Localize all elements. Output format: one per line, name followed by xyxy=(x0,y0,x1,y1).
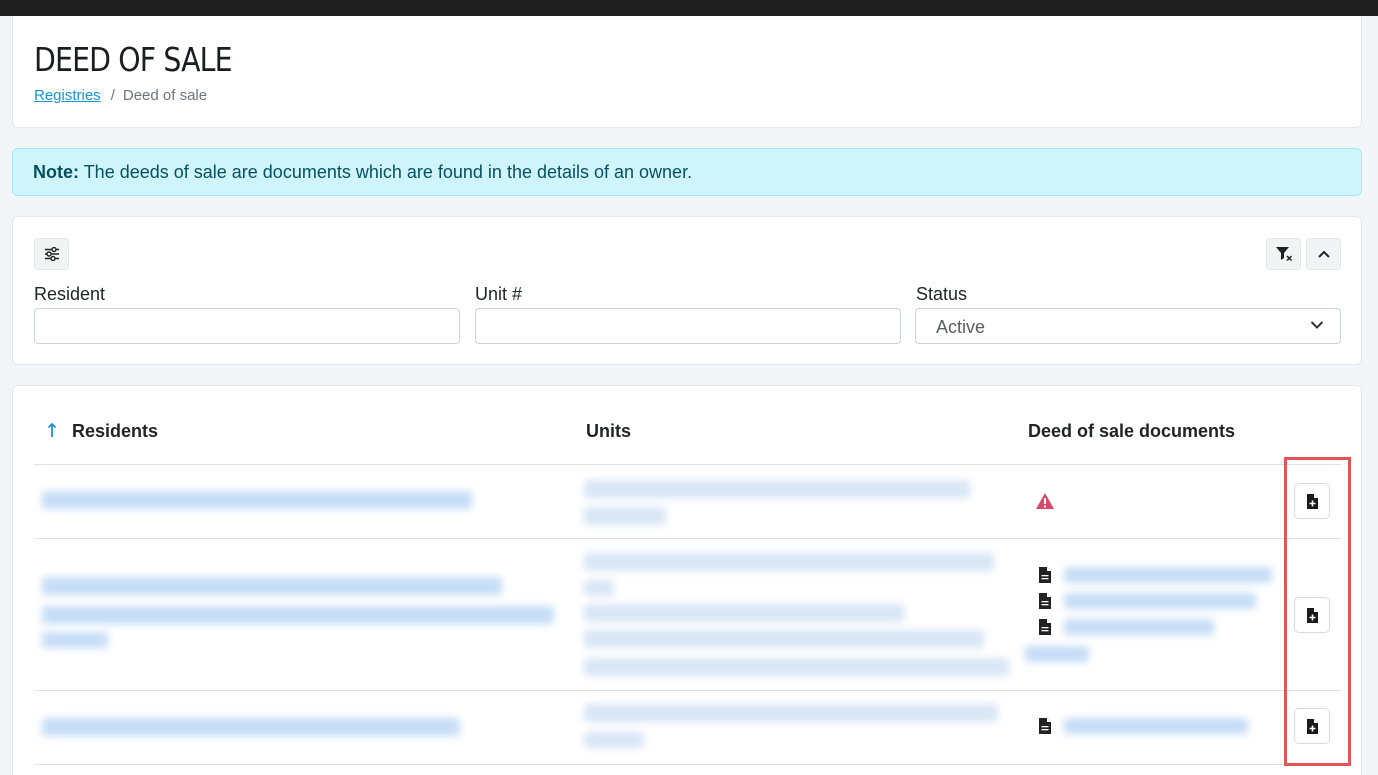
column-header-residents[interactable]: Residents xyxy=(72,421,158,442)
resident-name-redacted[interactable] xyxy=(42,718,460,736)
unit-info-redacted[interactable] xyxy=(584,704,998,722)
unit-info-redacted[interactable] xyxy=(584,580,614,596)
document-link-redacted[interactable] xyxy=(1025,646,1089,662)
row-divider xyxy=(34,764,1341,765)
unit-info-redacted[interactable] xyxy=(584,604,904,622)
breadcrumb: Registries / Deed of sale xyxy=(34,87,207,104)
unit-filter-label: Unit # xyxy=(475,284,523,304)
resident-name-redacted[interactable] xyxy=(42,606,554,624)
document-link-redacted[interactable] xyxy=(1064,718,1248,734)
row-divider xyxy=(34,464,1341,465)
resident-name-redacted[interactable] xyxy=(42,577,502,595)
filter-clear-icon xyxy=(1275,247,1292,262)
sliders-icon xyxy=(44,247,59,261)
unit-info-redacted[interactable] xyxy=(584,630,984,648)
unit-info-redacted[interactable] xyxy=(584,480,970,498)
document-icon xyxy=(1039,619,1051,635)
status-filter-label: Status xyxy=(916,284,968,304)
resident-filter-label: Resident xyxy=(34,284,106,304)
document-link-redacted[interactable] xyxy=(1064,593,1256,609)
breadcrumb-link-registries[interactable]: Registries xyxy=(34,87,101,104)
document-icon xyxy=(1039,567,1051,583)
document-icon xyxy=(1039,593,1051,609)
note-text: The deeds of sale are documents which ar… xyxy=(83,162,693,182)
resident-filter-input[interactable] xyxy=(34,308,460,344)
filter-panel: Resident Unit # Status Active xyxy=(12,216,1362,365)
column-header-units: Units xyxy=(586,421,631,441)
note-label: Note: xyxy=(33,162,79,182)
highlight-box xyxy=(1284,457,1351,766)
warning-triangle-icon xyxy=(1036,493,1054,509)
filter-settings-button[interactable] xyxy=(34,238,69,270)
document-link-redacted[interactable] xyxy=(1064,619,1214,635)
document-link-redacted[interactable] xyxy=(1064,567,1272,583)
page-header: DEED OF SALE Registries / Deed of sale xyxy=(12,16,1362,128)
info-note: Note: The deeds of sale are documents wh… xyxy=(12,148,1362,196)
collapse-filters-button[interactable] xyxy=(1306,238,1341,270)
sort-up-arrow-icon[interactable] xyxy=(47,422,57,438)
unit-filter-input[interactable] xyxy=(475,308,901,344)
chevron-down-icon xyxy=(1310,321,1324,329)
row-divider xyxy=(34,690,1341,691)
unit-info-redacted[interactable] xyxy=(584,553,994,571)
clear-filters-button[interactable] xyxy=(1266,238,1301,270)
deeds-table: Residents Units Deed of sale documents xyxy=(12,385,1362,775)
unit-info-redacted[interactable] xyxy=(584,732,644,748)
row-divider xyxy=(34,538,1341,539)
chevron-up-icon xyxy=(1317,250,1330,258)
page-title: DEED OF SALE xyxy=(34,40,233,79)
breadcrumb-separator: / xyxy=(110,87,115,104)
resident-name-redacted[interactable] xyxy=(42,632,108,648)
top-bar xyxy=(0,0,1378,16)
unit-info-redacted[interactable] xyxy=(584,507,666,525)
resident-name-redacted[interactable] xyxy=(42,491,472,509)
unit-info-redacted[interactable] xyxy=(584,658,1009,676)
status-filter-select[interactable]: Active xyxy=(915,308,1341,344)
breadcrumb-current: Deed of sale xyxy=(122,87,208,104)
column-header-documents: Deed of sale documents xyxy=(1028,421,1236,441)
status-filter-value: Active xyxy=(936,317,986,337)
document-icon xyxy=(1039,718,1051,734)
